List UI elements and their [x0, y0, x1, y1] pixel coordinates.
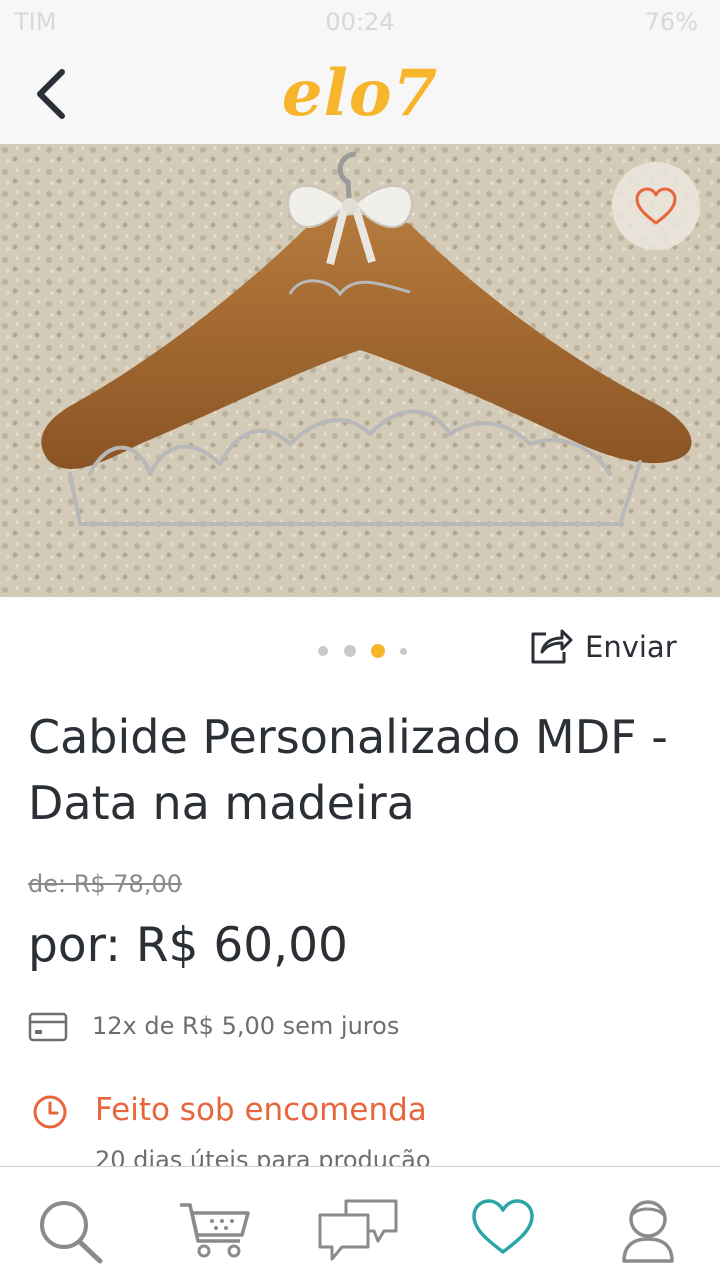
- old-price: de: R$ 78,00: [28, 870, 182, 898]
- nav-search[interactable]: [36, 1197, 116, 1267]
- carousel-dot[interactable]: [318, 646, 328, 656]
- clock-icon: [33, 1095, 67, 1129]
- share-label: Enviar: [585, 630, 677, 664]
- carousel-dot[interactable]: [400, 648, 407, 655]
- nav-cart[interactable]: [178, 1197, 258, 1267]
- credit-card-icon: [28, 1012, 68, 1042]
- heart-icon: [472, 1199, 534, 1254]
- brand-logo[interactable]: elo7: [0, 56, 720, 131]
- share-icon: [531, 629, 573, 664]
- bottom-nav: [0, 1166, 720, 1278]
- chat-icon: [318, 1199, 398, 1261]
- cart-icon: [180, 1203, 250, 1258]
- app-header: elo7: [0, 44, 720, 144]
- current-price: por: R$ 60,00: [28, 918, 348, 973]
- heart-outline-icon: [635, 187, 677, 225]
- battery-label: 76%: [644, 8, 698, 36]
- carousel-dot-active[interactable]: [371, 644, 385, 658]
- product-title: Cabide Personalizado MDF - Data na madei…: [28, 710, 668, 830]
- nav-profile[interactable]: [616, 1197, 696, 1267]
- nav-favorites[interactable]: [470, 1197, 550, 1267]
- favorite-button[interactable]: [612, 162, 700, 250]
- nav-messages[interactable]: [316, 1197, 398, 1267]
- clock-label: 00:24: [325, 8, 395, 36]
- search-icon: [40, 1201, 103, 1264]
- profile-icon: [622, 1200, 674, 1263]
- carousel-dot[interactable]: [344, 645, 356, 657]
- made-to-order-label: Feito sob encomenda: [95, 1092, 427, 1128]
- product-image[interactable]: [0, 144, 720, 597]
- installments-text: 12x de R$ 5,00 sem juros: [92, 1012, 400, 1040]
- status-bar: TIM 00:24 76%: [0, 0, 720, 44]
